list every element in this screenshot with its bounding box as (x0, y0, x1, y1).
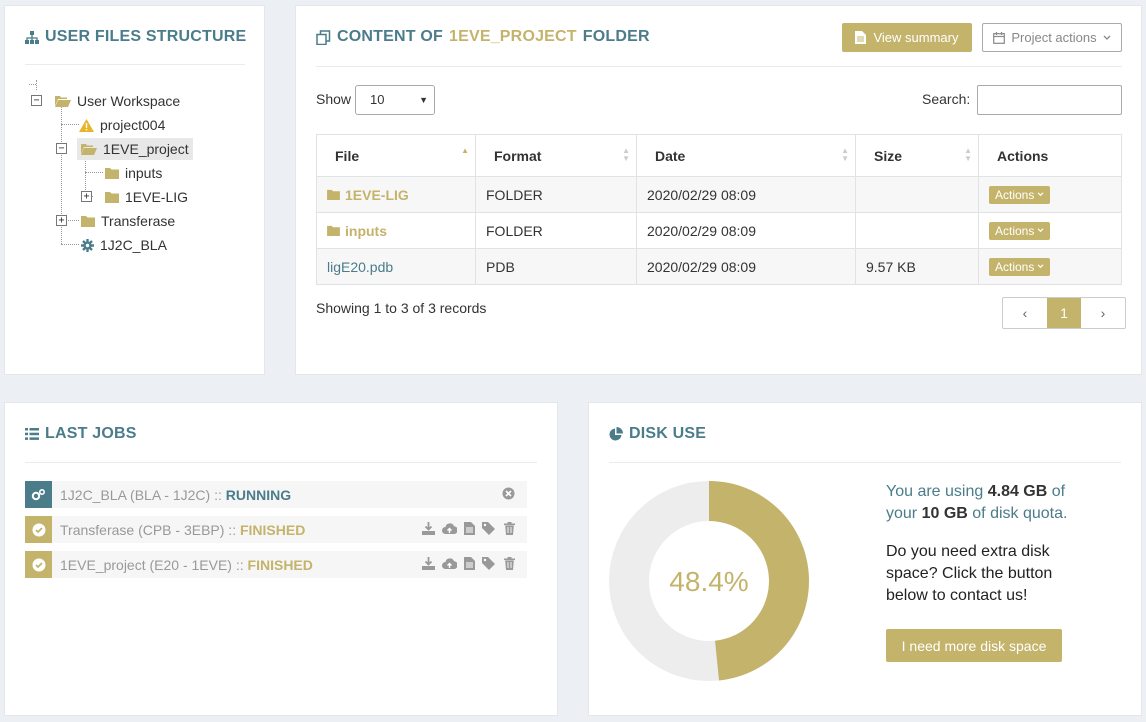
chevron-down-icon (1037, 264, 1044, 269)
chevron-down-icon (1103, 35, 1111, 40)
donut-percent-label: 48.4% (669, 566, 748, 597)
folder-icon (327, 225, 340, 236)
panel-title-files: USER FILES STRUCTURE (25, 28, 246, 46)
folder-open-icon (55, 96, 71, 107)
row-actions-button[interactable]: Actions (989, 185, 1051, 204)
sort-asc-icon: ▲ (461, 146, 469, 155)
pager-next-button[interactable]: › (1081, 298, 1125, 328)
disk-usage-text: You are using 4.84 GB of your 10 GB of d… (886, 483, 1068, 522)
sort-icon: ▲ ▼ (841, 146, 849, 163)
disk-usage-donut-chart: 48.4% (609, 481, 809, 681)
pager-prev-button[interactable]: ‹ (1003, 298, 1047, 328)
panel-title-jobs: LAST JOBS (25, 425, 137, 443)
tags-icon[interactable] (482, 522, 497, 535)
calendar-icon (993, 31, 1006, 44)
chevron-down-icon (1037, 192, 1044, 197)
tags-icon[interactable] (482, 557, 497, 570)
column-header-date[interactable]: Date ▲ ▼ (636, 134, 856, 177)
file-link[interactable]: 1EVE-LIG (327, 187, 475, 203)
cancel-icon[interactable] (502, 487, 515, 500)
table-row: inputs FOLDER 2020/02/29 08:09 Actions (316, 212, 1122, 249)
job-running-icon (25, 481, 52, 508)
row-actions-button[interactable]: Actions (989, 257, 1051, 276)
job-item[interactable]: 1EVE_project (E20 - 1EVE) :: FINISHED (25, 551, 527, 578)
row-actions-button[interactable]: Actions (989, 221, 1051, 240)
file-text-icon[interactable] (464, 522, 475, 535)
column-header-actions: Actions (978, 134, 1122, 177)
more-disk-space-button[interactable]: I need more disk space (886, 629, 1062, 662)
trash-icon[interactable] (504, 522, 515, 535)
content-panel: CONTENT OF 1EVE_PROJECT FOLDER View summ… (295, 5, 1142, 375)
list-icon (25, 428, 39, 440)
panel-title-content: CONTENT OF 1EVE_PROJECT FOLDER (316, 28, 650, 46)
job-item[interactable]: Transferase (CPB - 3EBP) :: FINISHED (25, 516, 527, 543)
tree-node-workspace[interactable]: User Workspace (51, 90, 184, 112)
tree-node-inputs[interactable]: inputs (101, 162, 166, 184)
column-header-file[interactable]: File ▲ (316, 134, 476, 177)
expand-toggle-transferase[interactable]: + (56, 215, 67, 226)
check-circle-icon (32, 558, 45, 571)
disk-use-panel: DISK USE 48.4% You are using 4.84 GB of … (588, 402, 1142, 716)
download-icon[interactable] (422, 522, 435, 535)
expand-toggle-eve-lig[interactable]: + (81, 191, 92, 202)
folder-icon (81, 216, 95, 227)
files-table: File ▲ Format ▲ ▼ Date ▲ ▼ Size ▲ ▼ Actions 1EV… (316, 134, 1122, 285)
jobs-panel: LAST JOBS 1J2C_BLA (BLA - 1J2C) :: RUNNI… (4, 402, 558, 716)
pager-page-button[interactable]: 1 (1047, 298, 1081, 328)
column-header-format[interactable]: Format ▲ ▼ (475, 134, 637, 177)
show-label: Show (316, 91, 352, 107)
warning-icon (79, 118, 94, 132)
title-text: USER FILES STRUCTURE (45, 28, 247, 45)
table-row: 1EVE-LIG FOLDER 2020/02/29 08:09 Actions (316, 176, 1122, 213)
sort-icon: ▲ ▼ (964, 146, 972, 163)
page-size-select[interactable]: 10 ▼ (355, 85, 435, 115)
table-row: ligE20.pdb PDB 2020/02/29 08:09 9.57 KB … (316, 248, 1122, 285)
download-icon[interactable] (422, 557, 435, 570)
cloud-upload-icon[interactable] (442, 522, 457, 535)
folder-icon (105, 168, 119, 179)
pie-chart-icon (609, 427, 623, 441)
pagination: ‹ 1 › (1002, 297, 1126, 329)
job-finished-icon (25, 516, 52, 543)
gears-icon (31, 488, 46, 501)
tree-node-transferase[interactable]: Transferase (77, 210, 179, 232)
user-files-panel: USER FILES STRUCTURE − User Workspace pr… (4, 5, 265, 375)
sort-icon: ▲ ▼ (622, 146, 630, 163)
folder-icon (105, 192, 119, 203)
view-summary-button[interactable]: View summary (842, 23, 972, 52)
tree-node-project004[interactable]: project004 (75, 114, 169, 136)
sitemap-icon (25, 30, 39, 44)
tree-node-eve-lig[interactable]: 1EVE-LIG (101, 186, 192, 208)
extra-space-text: Do you need extra disk space? Click the … (886, 543, 1053, 604)
caret-down-icon: ▼ (419, 95, 428, 105)
project-actions-button[interactable]: Project actions (982, 23, 1122, 52)
panel-title-disk: DISK USE (609, 425, 706, 443)
file-link[interactable]: ligE20.pdb (327, 259, 393, 275)
file-text-icon[interactable] (464, 557, 475, 570)
chevron-down-icon (1037, 228, 1044, 233)
folder-icon (327, 189, 340, 200)
file-link[interactable]: inputs (327, 223, 475, 239)
copy-icon (316, 29, 331, 45)
check-circle-icon (32, 523, 45, 536)
collapse-toggle-workspace[interactable]: − (31, 95, 42, 106)
gear-icon (81, 238, 94, 252)
records-info: Showing 1 to 3 of 3 records (316, 300, 487, 316)
file-text-icon (855, 31, 867, 44)
job-item[interactable]: 1J2C_BLA (BLA - 1J2C) :: RUNNING (25, 481, 527, 508)
column-header-size[interactable]: Size ▲ ▼ (855, 134, 979, 177)
tree-node-bla[interactable]: 1J2C_BLA (77, 234, 171, 256)
tree-node-eve-project[interactable]: 1EVE_project (77, 138, 193, 160)
search-input[interactable] (977, 85, 1122, 115)
folder-open-icon (81, 144, 97, 155)
cloud-upload-icon[interactable] (442, 557, 457, 570)
search-label: Search: (922, 91, 971, 107)
collapse-toggle-eve-project[interactable]: − (56, 143, 67, 154)
trash-icon[interactable] (504, 557, 515, 570)
job-finished-icon (25, 551, 52, 578)
